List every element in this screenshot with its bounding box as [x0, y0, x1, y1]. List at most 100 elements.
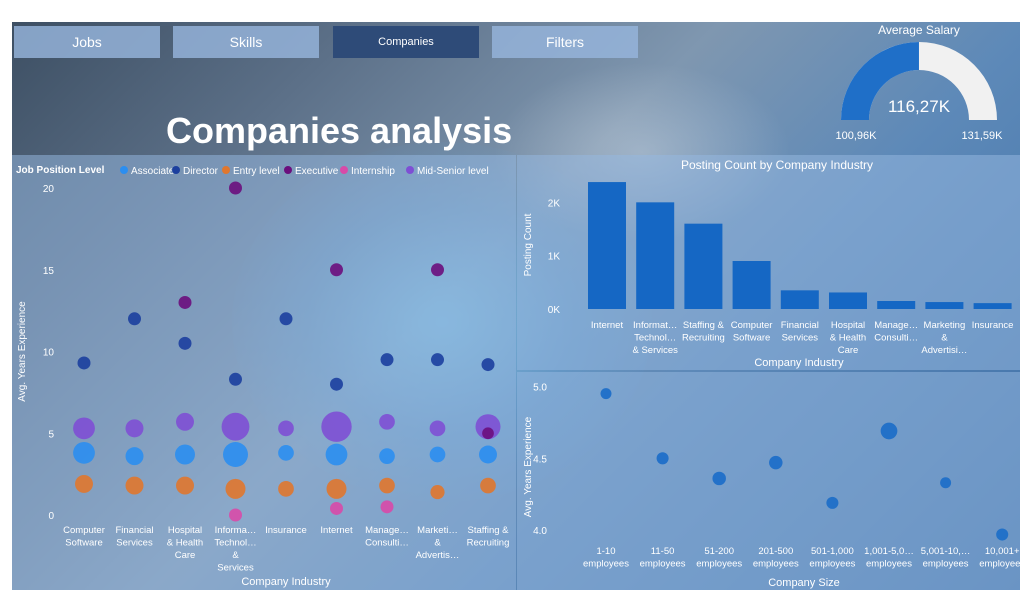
- bubble-entry-level: [326, 478, 347, 499]
- bubble-director: [229, 372, 242, 386]
- y-axis-label: Avg. Years Experience: [17, 301, 28, 402]
- y-tick-label: 0K: [548, 305, 561, 316]
- x-tick-label: Hospital: [168, 525, 202, 536]
- x-tick-label: Services: [782, 333, 819, 344]
- size-dot: [880, 422, 898, 440]
- bar: [780, 290, 819, 309]
- x-tick-label: Consulti…: [874, 333, 918, 344]
- x-tick-label: Services: [217, 563, 254, 574]
- x-tick-label: employees: [696, 559, 742, 570]
- x-tick-label: Care: [175, 550, 196, 561]
- bubble-executive: [229, 181, 242, 195]
- bubble-entry-level: [379, 477, 395, 494]
- posting-count-chart: Posting Count by Company Industry 0K 1K 2K P…: [523, 158, 1014, 369]
- bubble-director: [330, 377, 343, 391]
- y-tick-label: 5.0: [533, 382, 547, 393]
- x-tick-label: Technol…: [634, 333, 676, 344]
- x-tick-label: Computer: [731, 320, 773, 331]
- y-tick-label: 1K: [548, 252, 561, 263]
- bubble-entry-level: [278, 480, 294, 497]
- x-tick-label: &: [232, 550, 239, 561]
- gauge-max-label: 131,59K: [962, 130, 1004, 142]
- bubble-director: [431, 353, 444, 367]
- legend-label-internship: Internship: [351, 166, 395, 177]
- x-axis-label: Company Industry: [241, 576, 331, 588]
- legend-marker-entry-level: [222, 166, 230, 174]
- bar: [684, 223, 723, 309]
- legend-marker-executive: [284, 166, 292, 174]
- x-tick-label: employees: [583, 559, 629, 570]
- bubble-associate: [429, 446, 446, 463]
- x-axis-label: Company Industry: [754, 357, 844, 369]
- experience-by-industry-panel: Job Position Level Associate Director Entry…: [12, 155, 516, 590]
- x-tick-label: Manage…: [365, 525, 409, 536]
- bubble-associate: [223, 442, 248, 468]
- tab-filters[interactable]: Filters: [492, 26, 638, 58]
- x-tick-label: Staffing &: [467, 525, 509, 536]
- x-tick-label: Recruiting: [682, 333, 725, 344]
- y-axis-label: Posting Count: [523, 213, 534, 276]
- x-tick-label: Marketing: [924, 320, 966, 331]
- bubble-mid-senior-level: [176, 412, 194, 431]
- bubble-associate: [479, 445, 497, 464]
- experience-by-size-panel: 4.0 4.5 5.0 Avg. Years Experience 1-10 employ…: [517, 372, 1020, 590]
- bubble-mid-senior-level: [73, 417, 95, 440]
- gauge-min-label: 100,96K: [836, 130, 878, 142]
- bubble-executive: [482, 427, 494, 440]
- bubble-associate: [379, 448, 395, 464]
- x-tick-label: 11-50: [651, 546, 675, 557]
- x-tick-label: 51-200: [704, 546, 734, 557]
- x-tick-label: Internet: [320, 525, 353, 536]
- x-tick-label: Insurance: [972, 320, 1014, 331]
- x-tick-label: Recruiting: [467, 538, 510, 549]
- bubble-associate: [325, 443, 348, 466]
- legend-marker-mid-senior-level: [406, 166, 414, 174]
- gauge-title: Average Salary: [878, 23, 960, 37]
- y-tick-label: 10: [43, 348, 55, 359]
- size-dot: [656, 452, 669, 465]
- x-tick-label: Care: [838, 345, 859, 356]
- bubble-entry-level: [176, 476, 194, 495]
- x-axis-label: Company Size: [768, 577, 840, 589]
- y-tick-label: 2K: [548, 198, 561, 209]
- x-tick-label: employees: [809, 559, 855, 570]
- bubble-director: [380, 353, 394, 367]
- y-tick-label: 0: [48, 511, 54, 522]
- legend-label-mid-senior-level: Mid-Senior level: [417, 166, 489, 177]
- x-tick-label: 1-10: [596, 546, 615, 557]
- bar: [588, 182, 626, 309]
- tab-skills[interactable]: Skills: [173, 26, 319, 58]
- bubble-internship: [229, 508, 242, 522]
- bar: [925, 302, 964, 309]
- y-tick-label: 15: [43, 266, 55, 277]
- bubble-mid-senior-level: [429, 420, 446, 437]
- bubble-mid-senior-level: [379, 413, 395, 430]
- bubble-director: [481, 358, 495, 372]
- x-tick-label: Internet: [591, 320, 624, 331]
- y-tick-label: 4.5: [533, 454, 547, 465]
- x-tick-label: 501-1,000: [811, 546, 854, 557]
- x-tick-label: Hospital: [831, 320, 865, 331]
- tab-companies[interactable]: Companies: [333, 26, 479, 58]
- size-dot: [826, 496, 839, 509]
- x-tick-label: 201-500: [758, 546, 793, 557]
- x-tick-label: Staffing &: [683, 320, 725, 331]
- x-tick-label: Manage…: [874, 320, 918, 331]
- bubble-entry-level: [225, 478, 246, 499]
- legend-marker-associate: [120, 166, 128, 174]
- average-salary-gauge: Average Salary 116,27K 100,96K 131,59K: [836, 23, 1004, 142]
- y-tick-label: 5: [48, 429, 54, 440]
- bubble-associate: [73, 441, 95, 464]
- x-tick-label: Computer: [63, 525, 105, 536]
- legend-label-associate: Associate: [131, 166, 175, 177]
- x-tick-label: &: [434, 538, 441, 549]
- size-dot: [769, 455, 783, 470]
- x-tick-label: Insurance: [265, 525, 307, 536]
- x-tick-label: 5,001-10,…: [921, 546, 971, 557]
- experience-by-industry-chart: Job Position Level Associate Director Entry…: [16, 165, 510, 588]
- x-tick-label: employees: [979, 559, 1020, 570]
- legend-label-entry-level: Entry level: [233, 166, 280, 177]
- bubble-mid-senior-level: [278, 420, 294, 437]
- bubble-associate: [125, 447, 144, 466]
- tab-jobs[interactable]: Jobs: [14, 26, 160, 58]
